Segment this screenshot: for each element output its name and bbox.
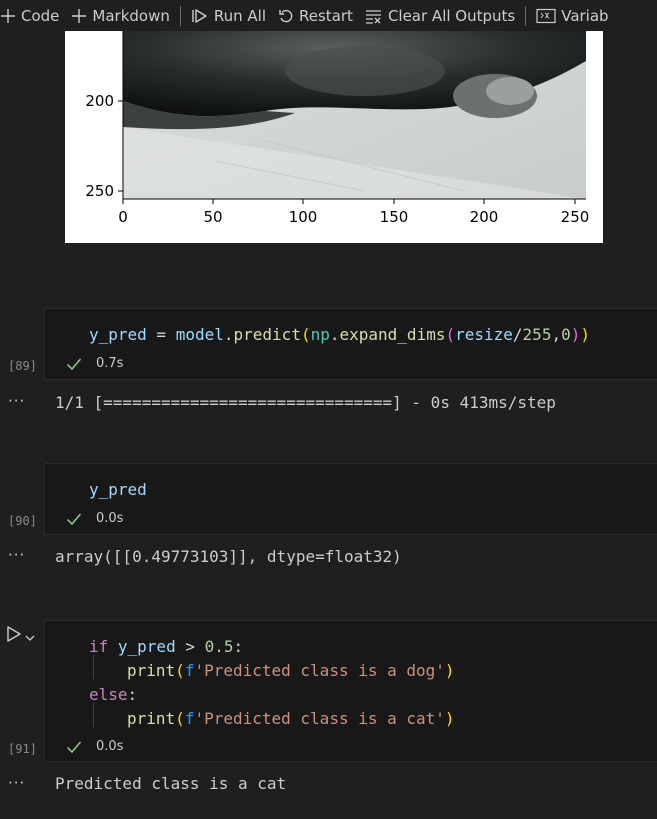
restart-label: Restart xyxy=(299,6,353,25)
output-menu-dots[interactable]: ··· xyxy=(8,392,25,410)
code-token: ) xyxy=(444,709,455,728)
code-line: print(f'Predicted class is a cat') xyxy=(127,707,455,731)
code-token: y_pred xyxy=(89,325,147,344)
code-token: : xyxy=(127,685,138,704)
x-tick-label: 100 xyxy=(289,208,318,226)
code-token: ) xyxy=(580,325,591,344)
code-token: if xyxy=(89,637,109,656)
code-token: expand_dims xyxy=(339,325,446,344)
run-all-icon xyxy=(191,8,209,24)
run-all-button[interactable]: Run All xyxy=(185,2,272,30)
x-tick-label: 50 xyxy=(203,208,222,226)
x-tick-label: 150 xyxy=(380,208,409,226)
code-token: 0 xyxy=(561,325,571,344)
code-token: print xyxy=(127,661,176,680)
code-token: else xyxy=(89,685,128,704)
code-line: print(f'Predicted class is a dog') xyxy=(127,659,455,683)
code-token: f xyxy=(184,709,195,728)
check-icon xyxy=(66,740,82,754)
x-axis-ticks xyxy=(122,199,576,204)
code-token: ( xyxy=(175,661,185,680)
plus-icon xyxy=(0,8,16,24)
execution-count: [89] xyxy=(8,359,37,373)
clear-all-outputs-button[interactable]: Clear All Outputs xyxy=(359,2,521,30)
cell-status: 0.0s xyxy=(66,511,123,526)
execution-time: 0.0s xyxy=(96,739,124,754)
run-cell-button[interactable] xyxy=(6,625,35,647)
check-icon xyxy=(66,512,82,526)
code-token: predict xyxy=(233,325,301,344)
plus-icon xyxy=(71,8,87,24)
image-plot-output: 200 250 0 50 100 150 200 250 xyxy=(65,31,603,243)
code-line: if y_pred > 0.5: xyxy=(89,635,243,659)
toolbar-separator xyxy=(179,5,181,26)
code-line: y_pred xyxy=(89,478,147,502)
code-token: 255 xyxy=(522,325,552,344)
code-line: y_pred = model.predict(np.expand_dims(re… xyxy=(89,323,590,347)
run-all-label: Run All xyxy=(213,6,267,25)
cell-status: 0.0s xyxy=(66,739,123,754)
x-tick-label: 250 xyxy=(561,208,590,226)
y-axis-ticks xyxy=(118,100,123,192)
x-tick-label: 200 xyxy=(470,208,499,226)
play-icon xyxy=(6,625,22,647)
output-menu-dots[interactable]: ··· xyxy=(8,774,25,792)
cell-output-text: Predicted class is a cat xyxy=(55,774,287,793)
code-token: 'Predicted class is a cat' xyxy=(194,709,445,728)
code-token: , xyxy=(551,325,562,344)
code-token: ) xyxy=(444,661,455,680)
clear-all-outputs-label: Clear All Outputs xyxy=(387,6,516,25)
cat-image xyxy=(123,31,586,199)
code-line: else: xyxy=(89,683,137,707)
code-token: y_pred xyxy=(89,480,147,499)
code-token: ( xyxy=(300,325,311,344)
toolbar-separator xyxy=(525,5,527,26)
restart-icon xyxy=(278,8,294,24)
clear-all-icon xyxy=(365,8,383,24)
code-token: / xyxy=(512,325,523,344)
code-token: model xyxy=(175,325,224,344)
code-cell[interactable]: if y_pred > 0.5: print(f'Predicted class… xyxy=(44,620,657,762)
chevron-down-icon[interactable] xyxy=(25,627,35,646)
cell-output-text: 1/1 [==============================] - 0… xyxy=(55,393,556,412)
cell-status: 0.7s xyxy=(66,356,123,371)
execution-time: 0.0s xyxy=(96,511,124,526)
code-token: = xyxy=(146,325,176,344)
code-token: ( xyxy=(445,325,456,344)
code-token: print xyxy=(127,709,176,728)
code-token: 0.5 xyxy=(204,637,234,656)
code-token: ( xyxy=(175,709,185,728)
y-tick-label: 250 xyxy=(85,182,114,200)
code-token: . xyxy=(223,325,234,344)
execution-time: 0.7s xyxy=(96,356,124,371)
x-tick-label: 0 xyxy=(118,208,128,226)
execution-count: [90] xyxy=(8,514,37,528)
notebook-toolbar: Code Markdown Run All Restart Clear All … xyxy=(0,0,657,31)
code-token: ) xyxy=(570,325,581,344)
restart-button[interactable]: Restart xyxy=(272,2,359,30)
code-token: resize xyxy=(455,325,513,344)
code-token: > xyxy=(175,637,205,656)
add-code-button[interactable]: Code xyxy=(0,2,65,30)
add-markdown-button[interactable]: Markdown xyxy=(65,2,175,30)
cell-output-text: array([[0.49773103]], dtype=float32) xyxy=(55,547,402,566)
code-token: f xyxy=(184,661,195,680)
code-token: : xyxy=(233,637,244,656)
variables-label: Variab xyxy=(561,6,609,25)
code-token: 'Predicted class is a dog' xyxy=(194,661,445,680)
add-markdown-label: Markdown xyxy=(92,6,170,25)
variables-icon xyxy=(536,8,556,24)
execution-count: [91] xyxy=(8,742,37,756)
code-token: . xyxy=(329,325,340,344)
variables-button[interactable]: Variab xyxy=(530,2,614,30)
code-cell[interactable]: y_pred = model.predict(np.expand_dims(re… xyxy=(44,308,657,380)
code-cell[interactable]: y_pred xyxy=(44,463,657,535)
y-tick-label: 200 xyxy=(85,92,114,110)
add-code-label: Code xyxy=(21,6,60,25)
check-icon xyxy=(66,357,82,371)
output-menu-dots[interactable]: ··· xyxy=(8,546,25,564)
code-token: y_pred xyxy=(108,637,176,656)
code-token: np xyxy=(310,325,330,344)
